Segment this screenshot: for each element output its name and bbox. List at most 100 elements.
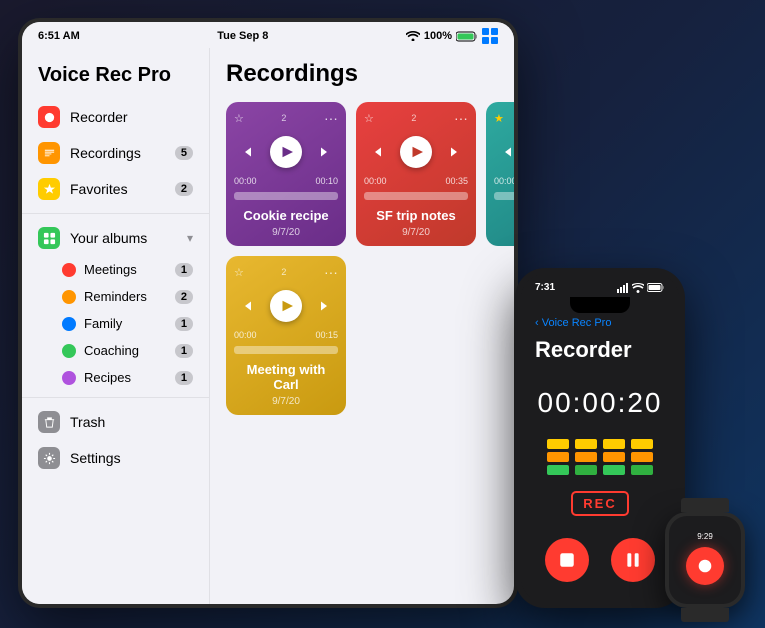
prev-btn-carl[interactable] <box>234 292 262 320</box>
iphone-rec-badge: REC <box>571 491 628 516</box>
viz-block-3-1 <box>603 439 625 449</box>
controls-sf <box>364 136 468 168</box>
sidebar-item-recordings[interactable]: Recordings 5 <box>22 135 209 171</box>
next-btn-cookie[interactable] <box>310 138 338 166</box>
watch-statusbar: 9:29 <box>697 529 713 541</box>
card-meeting-carl[interactable]: ☆ 2 ··· <box>226 256 346 415</box>
iphone-pause-button[interactable] <box>611 538 655 582</box>
ipad-content: Voice Rec Pro Recorder Reco <box>22 48 514 604</box>
sidebar-item-your-albums[interactable]: Your albums ▾ <box>22 220 209 256</box>
star-cookie: ☆ <box>234 112 244 125</box>
controls-cookie <box>234 136 338 168</box>
recordings-grid: ☆ 2 ··· <box>226 102 498 415</box>
favorites-icon <box>38 178 60 200</box>
iphone-viz <box>521 431 679 483</box>
card-top-sf: ☆ 2 ··· <box>364 110 468 126</box>
viz-block-3-2 <box>603 452 625 462</box>
iphone-record-controls <box>521 528 679 592</box>
ipad-device: 6:51 AM Tue Sep 8 100% Voice Rec Pro <box>18 18 518 608</box>
recordings-badge: 5 <box>175 146 193 160</box>
watch-device: 9:29 <box>665 512 745 608</box>
app-title: Voice Rec Pro <box>22 56 209 99</box>
card-title-sf: SF trip notes <box>364 208 468 223</box>
sidebar-sub-recipes[interactable]: Recipes 1 <box>22 364 209 391</box>
favorites-badge: 2 <box>175 182 193 196</box>
card-date-lindas: 9/7/20 <box>494 227 514 238</box>
sidebar-sub-coaching[interactable]: Coaching 1 <box>22 337 209 364</box>
recipes-label: Recipes <box>84 370 131 385</box>
viz-block-1-1 <box>547 439 569 449</box>
ipad-time: 6:51 AM <box>38 30 80 42</box>
viz-col-3 <box>603 439 625 475</box>
iphone-back-button[interactable]: ‹ Voice Rec Pro <box>521 313 679 333</box>
viz-block-3-3 <box>603 465 625 475</box>
viz-col-4 <box>631 439 653 475</box>
sidebar-item-recorder[interactable]: Recorder <box>22 99 209 135</box>
star-sf: ☆ <box>364 112 374 125</box>
meetings-label: Meetings <box>84 262 137 277</box>
iphone-time: 7:31 <box>535 282 555 293</box>
card-date-carl: 9/7/20 <box>234 396 338 407</box>
play-btn-sf[interactable] <box>400 136 432 168</box>
waveform-cookie <box>234 192 338 200</box>
card-num-cookie: 2 <box>281 113 286 123</box>
viz-block-1-3 <box>547 465 569 475</box>
prev-btn-cookie[interactable] <box>234 138 262 166</box>
reminders-count: 2 <box>175 290 193 304</box>
star-carl: ☆ <box>234 266 244 279</box>
iphone-screen: 7:31 ‹ Voice Rec Pro Recorder 00:00:20 <box>521 274 679 602</box>
card-num-sf: 2 <box>411 113 416 123</box>
iphone-notch-area <box>521 297 679 313</box>
sidebar-item-settings[interactable]: Settings <box>22 440 209 476</box>
sidebar-favorites-label: Favorites <box>70 181 165 197</box>
card-date-sf: 9/7/20 <box>364 227 468 238</box>
coaching-count: 1 <box>175 344 193 358</box>
card-title-carl: Meeting with Carl <box>234 362 338 392</box>
sidebar-sub-meetings[interactable]: Meetings 1 <box>22 256 209 283</box>
next-btn-carl[interactable] <box>310 292 338 320</box>
page-title: Recordings <box>226 60 498 88</box>
card-time-cookie: 00:0000:10 <box>234 176 338 186</box>
watch-band-top <box>681 498 729 512</box>
sidebar-divider-1 <box>22 213 209 214</box>
viz-col-2 <box>575 439 597 475</box>
card-lindas[interactable]: ★ 2 ··· <box>486 102 514 246</box>
play-btn-carl[interactable] <box>270 290 302 322</box>
iphone-stop-button[interactable] <box>545 538 589 582</box>
menu-carl[interactable]: ··· <box>324 264 338 280</box>
prev-btn-sf[interactable] <box>364 138 392 166</box>
card-cookie-recipe[interactable]: ☆ 2 ··· <box>226 102 346 246</box>
viz-col-1 <box>547 439 569 475</box>
ipad-layout-icon[interactable] <box>482 28 498 44</box>
sidebar-item-favorites[interactable]: Favorites 2 <box>22 171 209 207</box>
scene: 6:51 AM Tue Sep 8 100% Voice Rec Pro <box>0 0 765 628</box>
sidebar: Voice Rec Pro Recorder Reco <box>22 48 210 604</box>
card-sf-trip[interactable]: ☆ 2 ··· <box>356 102 476 246</box>
menu-cookie[interactable]: ··· <box>324 110 338 126</box>
ipad-status-right: 100% <box>406 28 498 44</box>
viz-block-1-2 <box>547 452 569 462</box>
controls-carl <box>234 290 338 322</box>
card-title-lindas: Linda's <box>494 208 514 223</box>
family-label: Family <box>84 316 122 331</box>
ipad-battery: 100% <box>424 30 452 42</box>
watch-band-bottom <box>681 608 729 622</box>
sidebar-settings-label: Settings <box>70 450 193 466</box>
waveform-sf <box>364 192 468 200</box>
sidebar-sub-reminders[interactable]: Reminders 2 <box>22 283 209 310</box>
prev-btn-lindas[interactable] <box>494 138 514 166</box>
card-top-carl: ☆ 2 ··· <box>234 264 338 280</box>
meetings-dot <box>62 263 76 277</box>
play-btn-cookie[interactable] <box>270 136 302 168</box>
watch-record-button[interactable] <box>686 547 724 585</box>
controls-lindas <box>494 136 514 168</box>
menu-sf[interactable]: ··· <box>454 110 468 126</box>
card-time-sf: 00:0000:35 <box>364 176 468 186</box>
sidebar-sub-family[interactable]: Family 1 <box>22 310 209 337</box>
waveform-carl <box>234 346 338 354</box>
viz-block-4-3 <box>631 465 653 475</box>
sidebar-item-trash[interactable]: Trash <box>22 404 209 440</box>
next-btn-sf[interactable] <box>440 138 468 166</box>
sidebar-divider-2 <box>22 397 209 398</box>
card-time-lindas: 00:0000:35 <box>494 176 514 186</box>
